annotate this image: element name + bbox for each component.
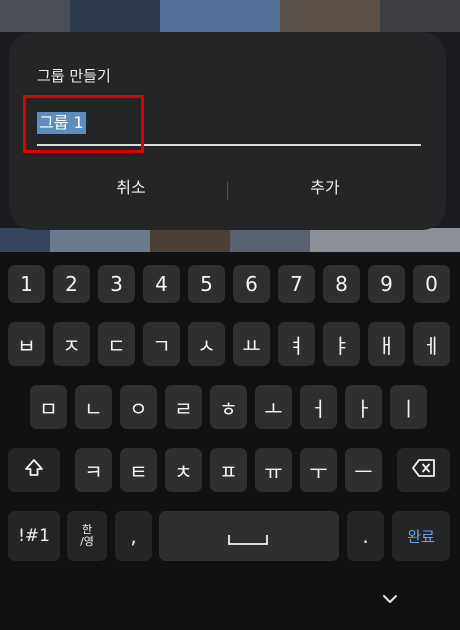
key-eu[interactable]: ㅡ [345,448,382,492]
key-hieut[interactable]: ㅎ [210,385,247,429]
key-e[interactable]: ㅔ [413,322,450,366]
key-8[interactable]: 8 [323,265,360,303]
key-7[interactable]: 7 [278,265,315,303]
key-a[interactable]: ㅏ [345,385,382,429]
key-4[interactable]: 4 [143,265,180,303]
key-jieut[interactable]: ㅈ [53,322,90,366]
shift-icon [23,457,45,484]
key-i[interactable]: ㅣ [390,385,427,429]
key-ae[interactable]: ㅐ [368,322,405,366]
key-tieut[interactable]: ㅌ [120,448,157,492]
backspace-icon [411,458,437,483]
backspace-key[interactable] [397,448,450,492]
key-digeut[interactable]: ㄷ [98,322,135,366]
key-0[interactable]: 0 [413,265,450,303]
key-6[interactable]: 6 [233,265,270,303]
key-1[interactable]: 1 [8,265,45,303]
cancel-button[interactable]: 취소 [31,175,231,201]
key-o[interactable]: ㅗ [255,385,292,429]
period-key[interactable]: . [347,511,384,561]
key-giyeok[interactable]: ㄱ [143,322,180,366]
highlight-annotation [23,95,144,153]
key-ieung[interactable]: ㅇ [120,385,157,429]
key-rieul[interactable]: ㄹ [165,385,202,429]
dialog-title: 그룹 만들기 [37,67,111,85]
key-3[interactable]: 3 [98,265,135,303]
symbols-key[interactable]: !#1 [8,511,60,561]
add-button[interactable]: 추가 [225,175,425,201]
key-eo[interactable]: ㅓ [300,385,337,429]
key-u[interactable]: ㅜ [300,448,337,492]
key-5[interactable]: 5 [188,265,225,303]
shift-key[interactable] [8,448,60,492]
key-nieun[interactable]: ㄴ [75,385,112,429]
key-9[interactable]: 9 [368,265,405,303]
lang-bottom-label: /영 [80,535,94,548]
done-key[interactable]: 완료 [392,511,450,561]
language-key[interactable]: 한 /영 [67,511,107,561]
create-group-dialog: 그룹 만들기 그룹 1 취소 추가 [9,32,446,230]
key-bieup[interactable]: ㅂ [8,322,45,366]
key-ya[interactable]: ㅑ [323,322,360,366]
key-yu[interactable]: ㅠ [255,448,292,492]
key-siot[interactable]: ㅅ [188,322,225,366]
key-kieuk[interactable]: ㅋ [75,448,112,492]
key-2[interactable]: 2 [53,265,90,303]
chevron-down-icon[interactable] [380,589,400,609]
key-yo[interactable]: ㅛ [233,322,270,366]
keyboard [0,252,460,630]
comma-key[interactable]: , [115,511,152,561]
key-chieut[interactable]: ㅊ [165,448,202,492]
key-yeo[interactable]: ㅕ [278,322,315,366]
key-mieum[interactable]: ㅁ [30,385,67,429]
space-icon [228,535,268,545]
key-pieup[interactable]: ㅍ [210,448,247,492]
